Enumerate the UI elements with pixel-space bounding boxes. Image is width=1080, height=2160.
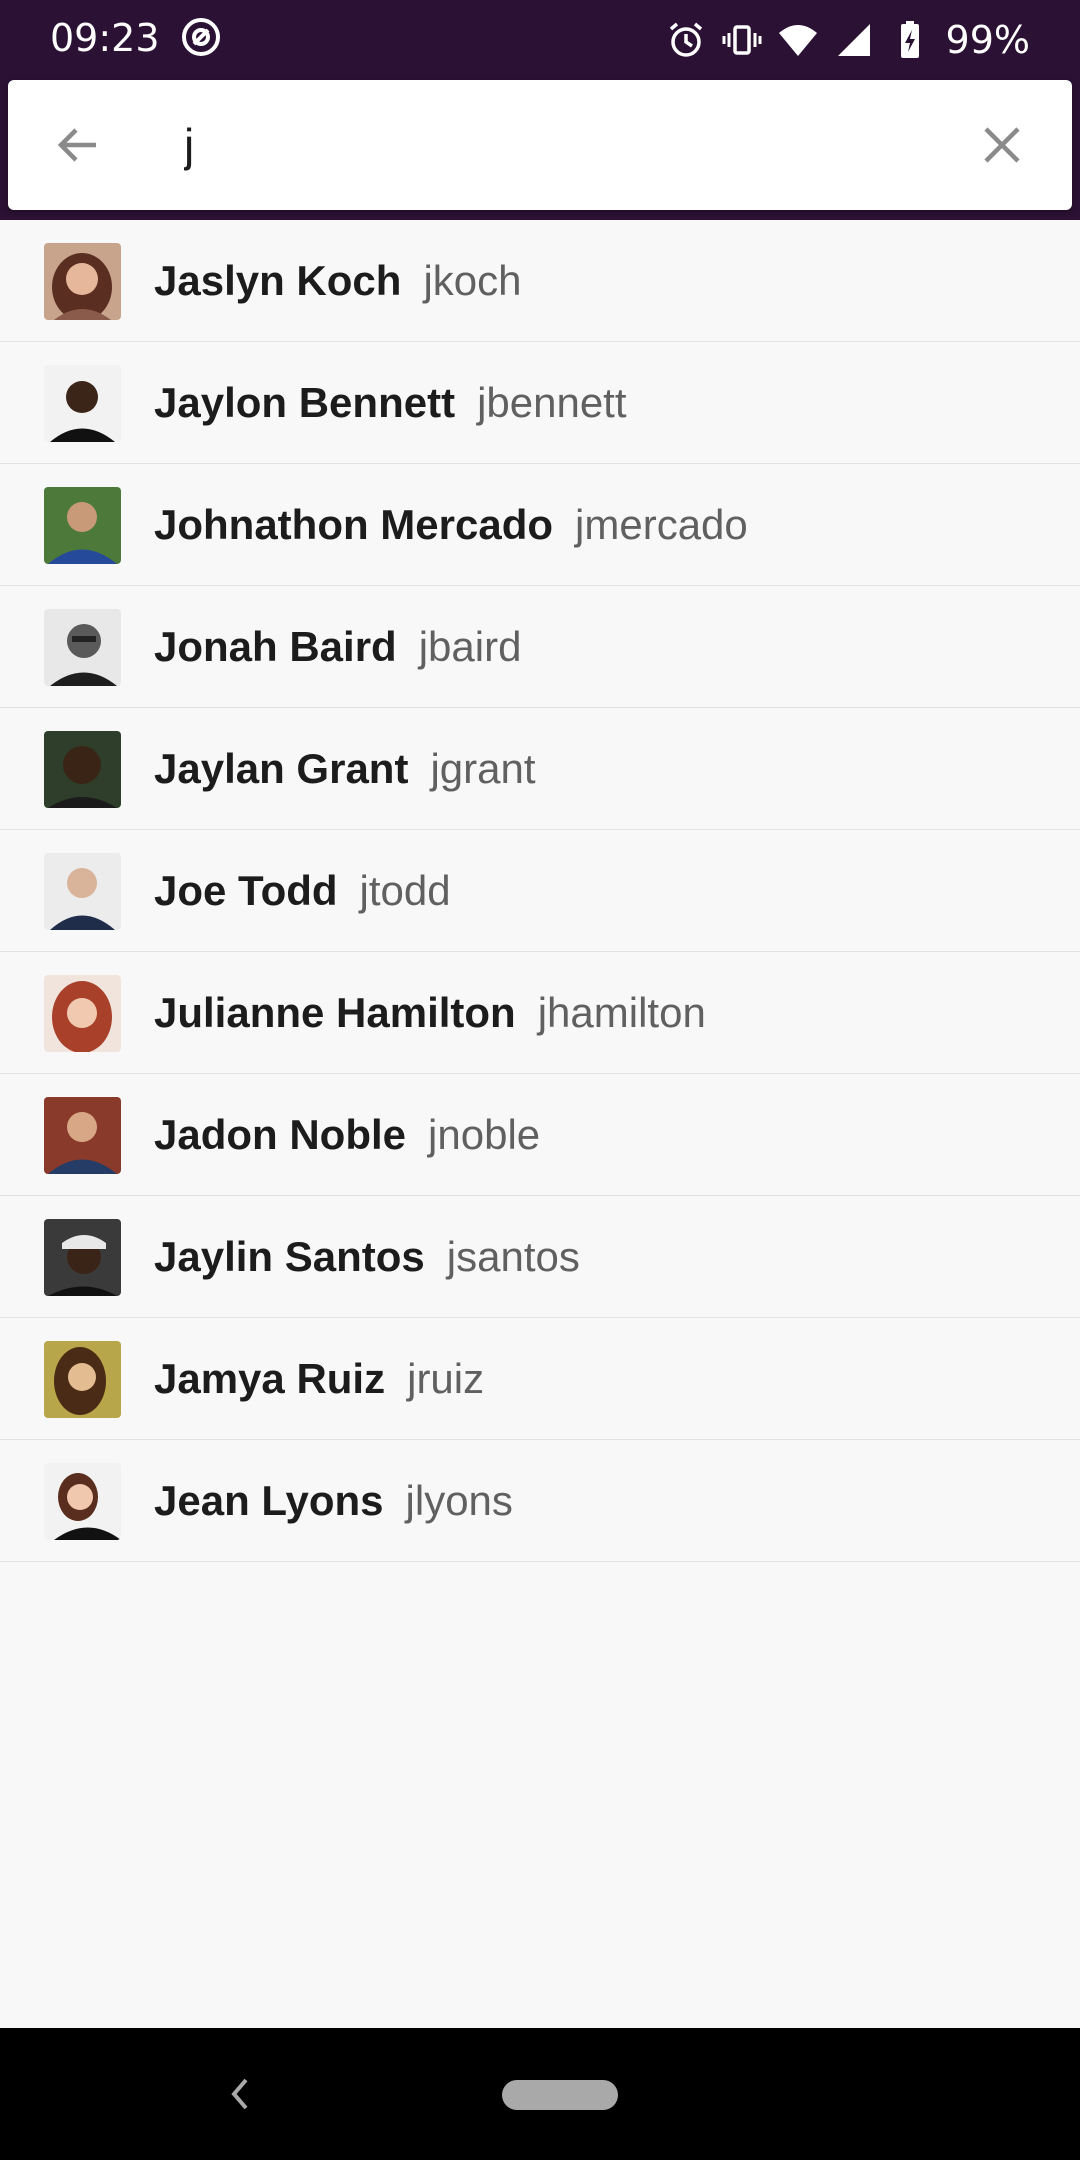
row-text: Jaylon Bennett jbennett (154, 342, 627, 464)
status-bar: 09:23 99% (0, 0, 1080, 80)
status-time: 09:23 (50, 16, 160, 60)
user-handle: jbennett (477, 379, 627, 426)
user-full-name: Jamya Ruiz (154, 1355, 386, 1402)
battery-charging-icon (900, 21, 919, 58)
user-full-name: Jaslyn Koch (154, 257, 402, 304)
list-item[interactable]: Johnathon Mercado jmercado (0, 464, 1080, 586)
row-text: Julianne Hamilton jhamilton (154, 952, 706, 1074)
row-text: Jadon Noble jnoble (154, 1074, 540, 1196)
list-item[interactable]: Jaylon Bennett jbennett (0, 342, 1080, 464)
user-handle: jtodd (359, 867, 451, 914)
alarm-icon (669, 22, 702, 57)
avatar (44, 243, 121, 320)
system-nav-bar (0, 2028, 1080, 2160)
arrow-left-icon[interactable] (48, 115, 108, 175)
vibrate-icon (722, 25, 762, 55)
search-input[interactable] (184, 100, 944, 190)
user-handle: jsantos (446, 1233, 580, 1280)
row-text: Jamya Ruiz jruiz (154, 1318, 484, 1440)
row-text: Joe Todd jtodd (154, 830, 451, 952)
list-item[interactable]: Jaylan Grant jgrant (0, 708, 1080, 830)
avatar (44, 853, 121, 930)
list-item[interactable]: Jamya Ruiz jruiz (0, 1318, 1080, 1440)
list-item[interactable]: Jean Lyons jlyons (0, 1440, 1080, 1562)
user-handle: jruiz (407, 1355, 485, 1402)
user-handle: jkoch (423, 257, 522, 304)
user-full-name: Julianne Hamilton (154, 989, 516, 1036)
list-item[interactable]: Jonah Baird jbaird (0, 586, 1080, 708)
avatar (44, 1463, 121, 1540)
home-pill-icon[interactable] (502, 2080, 618, 2110)
user-full-name: Jaylon Bennett (154, 379, 456, 426)
wifi-icon (778, 25, 817, 56)
avatar (44, 487, 121, 564)
avatar (44, 975, 121, 1052)
avatar (44, 1341, 121, 1418)
row-text: Jaylin Santos jsantos (154, 1196, 580, 1318)
avatar (44, 365, 121, 442)
row-text: Johnathon Mercado jmercado (154, 464, 748, 586)
close-icon[interactable] (972, 115, 1032, 175)
row-text: Jaylan Grant jgrant (154, 708, 536, 830)
user-handle: jnoble (428, 1111, 541, 1158)
list-item[interactable]: Julianne Hamilton jhamilton (0, 952, 1080, 1074)
user-full-name: Johnathon Mercado (154, 501, 554, 548)
list-item[interactable]: Jadon Noble jnoble (0, 1074, 1080, 1196)
nav-back-icon[interactable] (222, 2072, 256, 2116)
row-text: Jean Lyons jlyons (154, 1440, 513, 1562)
user-handle: jmercado (575, 501, 748, 548)
avatar (44, 1219, 121, 1296)
user-handle: jlyons (405, 1477, 513, 1524)
user-full-name: Jaylan Grant (154, 745, 409, 792)
battery-percent: 99% (945, 18, 1030, 62)
search-bar (8, 80, 1072, 210)
row-text: Jaslyn Koch jkoch (154, 220, 522, 342)
user-full-name: Jadon Noble (154, 1111, 407, 1158)
user-full-name: Jonah Baird (154, 623, 397, 670)
user-full-name: Jaylin Santos (154, 1233, 425, 1280)
user-full-name: Jean Lyons (154, 1477, 384, 1524)
at-sign-icon (182, 18, 220, 56)
search-header (0, 80, 1080, 220)
user-full-name: Joe Todd (154, 867, 338, 914)
avatar (44, 609, 121, 686)
list-item[interactable]: Jaylin Santos jsantos (0, 1196, 1080, 1318)
search-results-list: Jaslyn Koch jkoch Jaylon Bennett jbennet… (0, 220, 1080, 1562)
status-icons: 99% (666, 12, 1030, 68)
list-item[interactable]: Joe Todd jtodd (0, 830, 1080, 952)
user-handle: jhamilton (537, 989, 706, 1036)
user-handle: jgrant (430, 745, 536, 792)
row-text: Jonah Baird jbaird (154, 586, 521, 708)
avatar (44, 1097, 121, 1174)
avatar (44, 731, 121, 808)
user-handle: jbaird (418, 623, 522, 670)
signal-icon (837, 24, 870, 56)
list-item[interactable]: Jaslyn Koch jkoch (0, 220, 1080, 342)
